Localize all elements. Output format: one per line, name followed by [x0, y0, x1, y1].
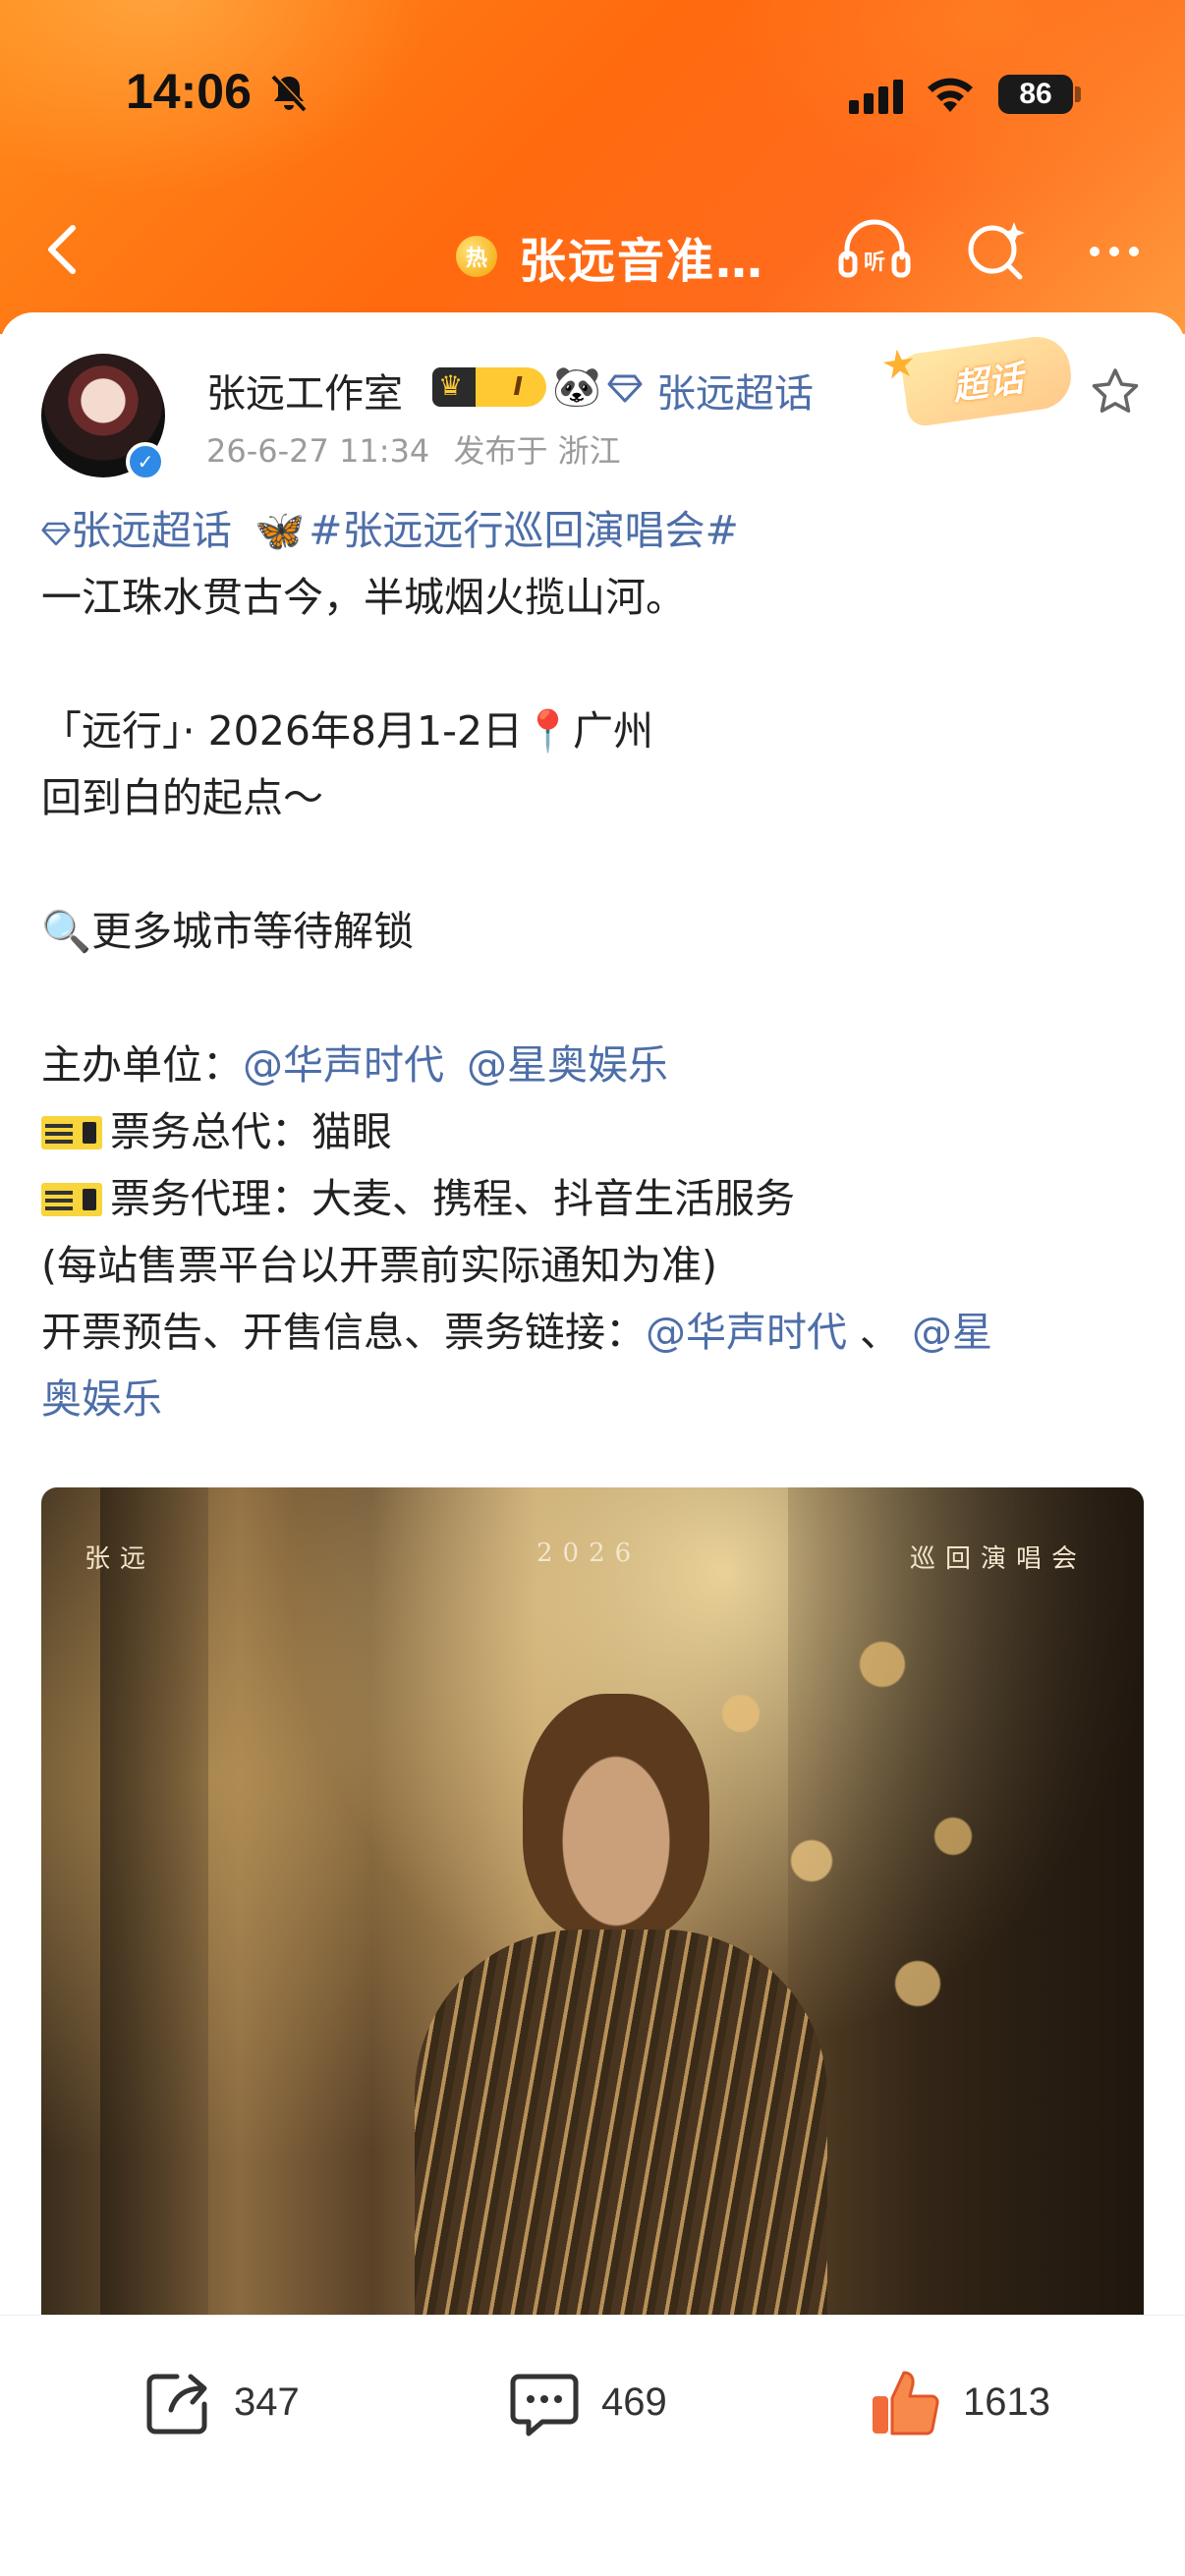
svg-text:听: 听: [864, 251, 885, 275]
super-sticker-label: 超话: [949, 359, 1026, 409]
share-count: 347: [234, 2380, 300, 2424]
ticket-agent-value: 大麦、携程、抖音生活服务: [311, 1175, 795, 1222]
header: 14:06 86 热 张远音准… 听: [0, 0, 1185, 334]
organizer-link-2[interactable]: @星奥娱乐: [467, 1041, 668, 1089]
notice-link-2-cont[interactable]: 奥娱乐: [41, 1375, 162, 1423]
panda-icon: 🐼: [552, 364, 601, 410]
figure-head: [523, 1694, 709, 1939]
diamond-icon: [41, 522, 71, 546]
battery-indicator: 86: [998, 75, 1073, 114]
post-meta: 26-6-27 11:34 发布于 浙江: [206, 426, 621, 472]
diamond-icon: [607, 374, 643, 403]
ticket-general-label: 票务总代：: [110, 1108, 311, 1155]
nav-title[interactable]: 张远音准…: [519, 222, 764, 291]
more-icon[interactable]: [1073, 208, 1156, 291]
notice-link-2[interactable]: @星: [912, 1309, 992, 1356]
poster-text-right: 巡回演唱会: [910, 1544, 1088, 1574]
listen-headphones-icon[interactable]: 听: [833, 208, 916, 291]
post-line-note: (每站售票平台以开票前实际通知为准): [41, 1242, 717, 1289]
hot-badge-icon: 热: [456, 236, 497, 277]
ticket-icon: [41, 1116, 102, 1149]
chaohua-link[interactable]: 张远超话: [656, 362, 814, 419]
figure-jacket: [415, 1930, 827, 2317]
post-line-notice: 开票预告、开售信息、票务链接：@华声时代 、 @星: [41, 1299, 1152, 1366]
bell-off-icon: [271, 74, 308, 112]
post-card: ✓ 张远工作室 ♛ I 🐼 张远超话 26-6-27 11:34 发布于 浙江 …: [0, 312, 1185, 2317]
notice-label: 开票预告、开售信息、票务链接：: [41, 1309, 646, 1356]
topic-tag-link[interactable]: #张远远行巡回演唱会#: [309, 507, 739, 554]
butterfly-icon: 🦋: [254, 507, 306, 554]
super-topic-sticker[interactable]: ★ 超话: [878, 332, 1076, 428]
share-icon: [146, 2374, 207, 2435]
post-body: 张远超话 🦋#张远远行巡回演唱会# 一江珠水贯古今，半城烟火揽山河。 「远行」·…: [41, 497, 1152, 1432]
poster-text-left: 张远: [85, 1544, 156, 1574]
poster-text-center: 2026: [536, 1539, 642, 1568]
notice-link-1[interactable]: @华声时代: [646, 1309, 847, 1356]
comment-button[interactable]: 469: [505, 2363, 667, 2441]
organizer-link-1[interactable]: @华声时代: [243, 1041, 444, 1089]
action-bar: 347 469 1613: [0, 2315, 1185, 2576]
post-line-tags: 张远超话 🦋#张远远行巡回演唱会#: [41, 497, 1152, 564]
battery-nub: [1075, 86, 1081, 102]
post-line-ticket-agent: 票务代理：大麦、携程、抖音生活服务: [41, 1165, 1152, 1232]
chaohua-tag-link[interactable]: 张远超话: [71, 507, 232, 554]
post-line-more: 🔍更多城市等待解锁: [41, 898, 1152, 965]
share-button[interactable]: 347: [138, 2363, 300, 2441]
like-button[interactable]: 1613: [867, 2363, 1050, 2441]
ticket-general-value: 猫眼: [311, 1108, 392, 1155]
date-text: 「远行」· 2026年8月1-2日: [41, 707, 523, 755]
search-sparkle-icon[interactable]: [955, 208, 1038, 291]
sparkle-star-icon: ★: [877, 340, 920, 390]
post-line-poem: 一江珠水贯古今，半城烟火揽山河。: [41, 574, 686, 621]
crown-icon: ♛: [438, 369, 464, 402]
magnifier-icon: 🔍: [41, 908, 92, 955]
comment-count: 469: [601, 2380, 667, 2424]
vip-crown-badge[interactable]: ♛ I: [432, 367, 546, 407]
post-line-organizer: 主办单位：@华声时代 @星奥娱乐: [41, 1032, 1152, 1098]
location-pin-icon: 📍: [522, 707, 574, 755]
city-text: 广州: [573, 707, 654, 755]
status-bar: 14:06 86: [0, 0, 1185, 187]
like-count: 1613: [963, 2380, 1050, 2424]
more-cities-text: 更多城市等待解锁: [91, 908, 415, 955]
signal-icon: [849, 80, 903, 114]
thumbs-up-icon: [873, 2371, 939, 2436]
wifi-icon: [928, 78, 973, 112]
vip-level: I: [513, 372, 523, 402]
verified-badge-icon: ✓: [126, 442, 165, 481]
post-line-date: 「远行」· 2026年8月1-2日📍广州: [41, 698, 1152, 764]
organizer-label: 主办单位：: [41, 1041, 243, 1089]
author-name[interactable]: 张远工作室: [206, 362, 403, 419]
notice-separator: 、: [847, 1309, 901, 1356]
comment-icon: [510, 2374, 579, 2436]
post-image-poster[interactable]: 张远 2026 巡回演唱会: [41, 1487, 1144, 2317]
post-line-notice-cont: 奥娱乐: [41, 1366, 1152, 1432]
ticket-icon: [41, 1183, 102, 1216]
back-button[interactable]: [29, 200, 98, 299]
post-line-return: 回到白的起点～: [41, 774, 323, 821]
ticket-agent-label: 票务代理：: [110, 1175, 311, 1222]
status-time: 14:06: [126, 64, 252, 119]
post-timestamp: 26-6-27 11:34: [206, 432, 430, 470]
post-location: 发布于 浙江: [453, 432, 621, 470]
post-line-ticket-general: 票务总代：猫眼: [41, 1098, 1152, 1165]
nav-bar: 热 张远音准… 听: [0, 187, 1185, 314]
tree-trunk-left: [100, 1487, 208, 2317]
favorite-star-icon[interactable]: [1089, 365, 1142, 419]
